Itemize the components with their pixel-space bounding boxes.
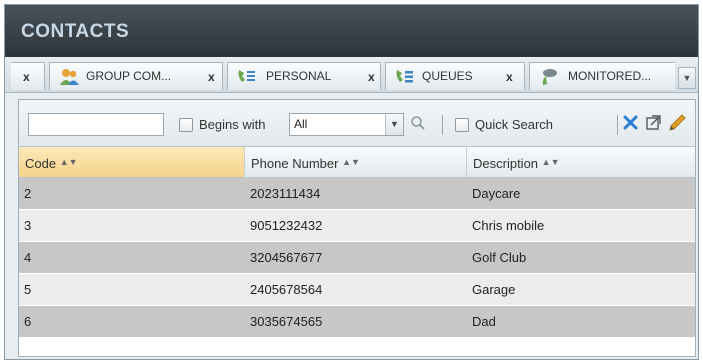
table-row[interactable]: 6 3035674565 Dad [19, 306, 695, 338]
table-row[interactable]: 3 9051232432 Chris mobile [19, 210, 695, 242]
tab-overflow-dropdown[interactable]: ▼ [678, 67, 696, 89]
table-row[interactable]: 5 2405678564 Garage [19, 274, 695, 306]
column-header-description[interactable]: Description ▲▼ [467, 147, 695, 177]
column-header-label: Phone Number [251, 156, 339, 171]
begins-with-checkbox[interactable] [179, 118, 193, 132]
cell-description: Golf Club [472, 250, 527, 265]
begins-with-label: Begins with [199, 117, 266, 132]
window-header: CONTACTS [5, 5, 698, 57]
contacts-panel: Begins with All ▼ Quick Search Code ▲▼ P… [18, 99, 696, 357]
sort-icon: ▲▼ [541, 157, 560, 167]
group-contacts-icon [58, 67, 80, 87]
chevron-down-icon: ▼ [682, 73, 692, 83]
filter-select-value: All [294, 117, 308, 131]
magnifier-icon[interactable] [410, 115, 426, 134]
cell-description: Dad [472, 314, 496, 329]
table-header: Code ▲▼ Phone Number ▲▼ Description ▲▼ [19, 146, 695, 178]
cell-code: 5 [24, 282, 32, 297]
cell-code: 4 [24, 250, 32, 265]
tab-close-button[interactable]: x [368, 64, 375, 90]
column-header-label: Description [473, 156, 539, 171]
cell-code: 3 [24, 218, 32, 233]
cell-description: Garage [472, 282, 516, 297]
tab-queues[interactable]: QUEUES x [385, 62, 525, 90]
tab-bar: x GROUP COM... x PERSONAL x QUEUES x MON… [5, 57, 698, 93]
cell-code: 2 [24, 186, 32, 201]
tab-group-contacts[interactable]: GROUP COM... x [49, 62, 223, 90]
tab-label: MONITORED... [568, 69, 652, 83]
contacts-window: CONTACTS x GROUP COM... x PERSONAL x QUE… [4, 4, 699, 360]
monitored-icon [538, 67, 560, 87]
cell-code: 6 [24, 314, 32, 329]
search-toolbar: Begins with All ▼ Quick Search [19, 100, 695, 146]
quick-search-label: Quick Search [475, 117, 554, 132]
quick-search-checkbox[interactable] [455, 118, 469, 132]
chevron-down-icon[interactable]: ▼ [385, 114, 403, 135]
personal-contacts-icon [236, 67, 258, 87]
tab-close-button[interactable]: x [23, 64, 30, 90]
cell-phone: 2023111434 [250, 186, 321, 201]
tab-personal[interactable]: PERSONAL x [227, 62, 381, 90]
toolbar-divider [617, 115, 618, 135]
cell-phone: 3035674565 [250, 314, 323, 329]
column-header-code[interactable]: Code ▲▼ [19, 147, 245, 177]
popout-icon[interactable] [645, 114, 662, 134]
column-header-phone-number[interactable]: Phone Number ▲▼ [245, 147, 467, 177]
cell-phone: 9051232432 [250, 218, 323, 233]
tab-close-button[interactable]: x [208, 64, 215, 90]
tab-monitored[interactable]: MONITORED... [529, 62, 675, 90]
queues-icon [394, 67, 416, 87]
window-title: CONTACTS [21, 21, 130, 42]
tab-label: GROUP COM... [86, 69, 172, 83]
toolbar-divider [442, 115, 443, 135]
search-input[interactable] [28, 113, 164, 136]
table-row[interactable]: 2 2023111434 Daycare [19, 178, 695, 210]
column-header-label: Code [25, 156, 57, 171]
edit-pencil-icon[interactable] [666, 112, 688, 137]
tab-partial[interactable]: x [11, 62, 45, 90]
tab-close-button[interactable]: x [506, 64, 513, 90]
sort-icon: ▲▼ [59, 157, 78, 167]
cell-phone: 3204567677 [250, 250, 323, 265]
cell-phone: 2405678564 [250, 282, 323, 297]
tab-label: QUEUES [422, 69, 473, 83]
filter-select[interactable]: All ▼ [289, 113, 404, 136]
delete-x-icon[interactable] [622, 114, 639, 134]
cell-description: Daycare [472, 186, 521, 201]
cell-description: Chris mobile [472, 218, 545, 233]
tab-label: PERSONAL [266, 69, 332, 83]
sort-icon: ▲▼ [342, 157, 360, 167]
table-row[interactable]: 4 3204567677 Golf Club [19, 242, 695, 274]
